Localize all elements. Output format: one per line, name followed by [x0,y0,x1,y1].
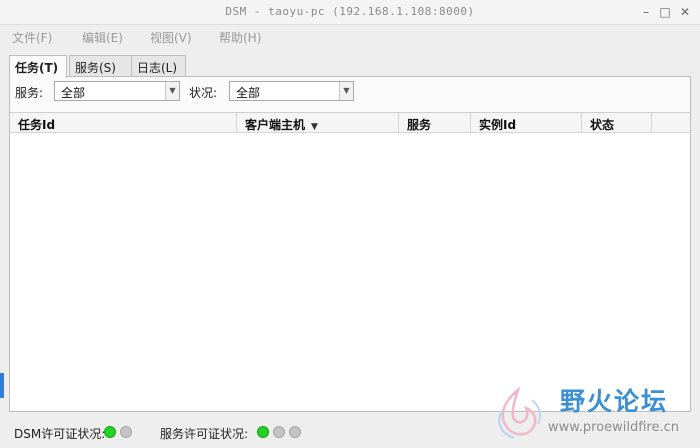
dsm-license-label: DSM许可证状况: [14,427,106,441]
side-panel-handle[interactable] [0,373,4,398]
status-filter-label: 状况: [189,86,218,100]
service-license-indicator-on [257,426,269,438]
status-filter-select[interactable]: 全部 ▼ [229,81,354,101]
watermark: 野火论坛 www.proewildfire.cn [488,380,698,446]
service-license-indicator-off-2 [289,426,301,438]
maximize-button[interactable]: □ [656,3,674,21]
tab-logs[interactable]: 日志(L) [131,55,186,76]
maximize-icon: □ [659,5,671,19]
column-header-task-id[interactable]: 任务Id [10,113,237,133]
column-header-service[interactable]: 服务 [399,113,471,133]
dsm-license-indicator-off [120,426,132,438]
watermark-url: www.proewildfire.cn [548,420,679,435]
column-header-status[interactable]: 状态 [582,113,652,133]
service-filter-select[interactable]: 全部 ▼ [54,81,180,101]
menu-view[interactable]: 视图(V) [150,29,192,46]
minimize-button[interactable]: – [637,3,655,21]
tasks-panel: 服务: 全部 ▼ 状况: 全部 ▼ 任务Id 客户端主机 ▼ 服务 实例Id 状态 [9,76,691,412]
column-header-instance-id[interactable]: 实例Id [471,113,582,133]
dsm-license-indicator-on [104,426,116,438]
menu-edit[interactable]: 编辑(E) [82,29,123,46]
menu-help[interactable]: 帮助(H) [219,29,261,46]
service-license-indicator-off-1 [273,426,285,438]
window-title: DSM - taoyu-pc (192.168.1.108:8000) [225,5,475,18]
sort-descending-icon: ▼ [311,122,318,132]
chevron-down-icon[interactable]: ▼ [339,82,353,100]
service-filter-value: 全部 [61,86,86,100]
close-button[interactable]: ✕ [676,3,694,21]
menu-file[interactable]: 文件(F) [12,29,52,46]
tab-tasks[interactable]: 任务(T) [9,55,67,78]
chevron-down-icon[interactable]: ▼ [165,82,179,100]
service-license-label: 服务许可证状况: [160,427,249,441]
tasks-table[interactable]: 任务Id 客户端主机 ▼ 服务 实例Id 状态 [10,112,690,411]
title-bar: DSM - taoyu-pc (192.168.1.108:8000) – □ … [0,0,700,25]
service-filter-label: 服务: [15,86,44,100]
flame-logo-icon [498,386,541,440]
tab-services[interactable]: 服务(S) [69,55,132,76]
table-header: 任务Id 客户端主机 ▼ 服务 实例Id 状态 [10,113,690,133]
watermark-title: 野火论坛 [560,387,669,416]
close-icon: ✕ [679,5,691,19]
status-filter-value: 全部 [236,86,261,100]
minimize-icon: – [643,5,649,19]
column-header-client-host[interactable]: 客户端主机 ▼ [237,113,399,133]
menu-bar: 文件(F) 编辑(E) 视图(V) 帮助(H) [0,26,700,48]
